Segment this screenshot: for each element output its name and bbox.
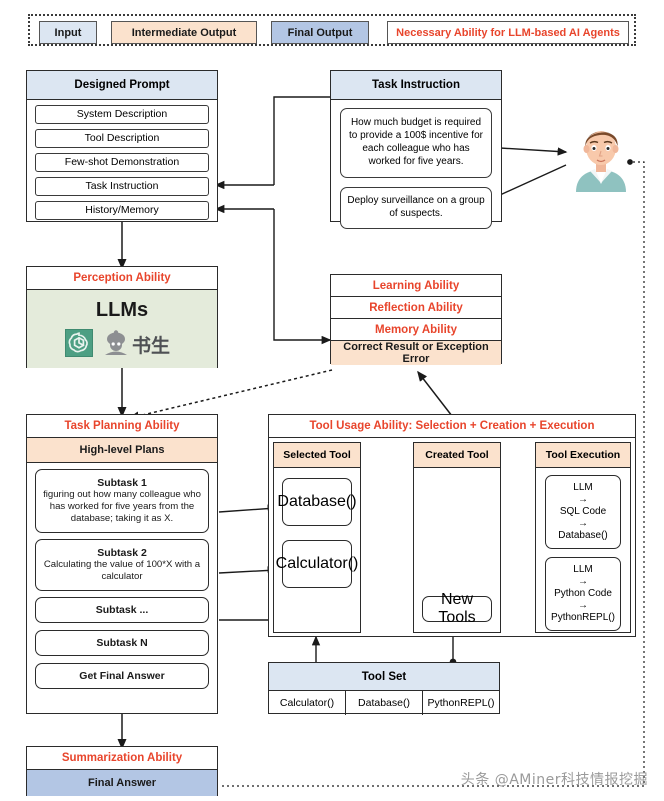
- tool-set-database[interactable]: Database(): [346, 691, 423, 715]
- selected-tool-column: Selected Tool Database() Calculator(): [273, 442, 361, 633]
- learning-ability-label: Learning Ability: [372, 279, 460, 292]
- selected-tool-database[interactable]: Database(): [277, 478, 357, 526]
- shusheng-logo: 书生: [101, 328, 179, 363]
- tool-usage-title: Tool Usage Ability: Selection + Creation…: [269, 415, 635, 438]
- memory-ability-label: Memory Ability: [374, 323, 457, 336]
- perception-panel: Perception Ability LLMs 书生: [26, 266, 218, 368]
- abilities-panel: Learning Ability Reflection Ability Memo…: [330, 274, 502, 365]
- tool-usage-panel: Tool Usage Ability: Selection + Creation…: [268, 414, 636, 637]
- task-instruction-panel: Task Instruction How much budget is requ…: [330, 70, 502, 229]
- legend-chip-final: Final Output: [271, 21, 369, 44]
- tool-set-calculator[interactable]: Calculator(): [269, 691, 346, 715]
- task-instruction-item-budget[interactable]: How much budget is required to provide a…: [340, 108, 492, 178]
- summarization-panel: Summarization Ability Final Answer: [26, 746, 218, 796]
- tool-execution-header: Tool Execution: [536, 443, 630, 468]
- designed-prompt-title: Designed Prompt: [27, 71, 217, 100]
- subtask-ellipsis-card[interactable]: Subtask ...: [35, 597, 209, 623]
- tool-set-title: Tool Set: [269, 663, 499, 691]
- subtask-1-heading: Subtask 1: [97, 477, 147, 490]
- legend-chip-intermediate: Intermediate Output: [111, 21, 257, 44]
- subtask-n-card[interactable]: Subtask N: [35, 630, 209, 656]
- tool-set-pythonrepl[interactable]: PythonREPL(): [423, 691, 499, 715]
- prompt-item-history-memory[interactable]: History/Memory: [35, 201, 209, 220]
- high-level-plans-label: High-level Plans: [79, 444, 165, 456]
- created-tool-new-tools[interactable]: New Tools: [422, 591, 492, 626]
- legend-chip-input: Input: [39, 21, 97, 44]
- tool-execution-sql-chain[interactable]: LLM → SQL Code → Database(): [545, 475, 621, 549]
- svg-text:书生: 书生: [132, 334, 170, 357]
- summarization-title: Summarization Ability: [27, 747, 217, 770]
- human-avatar: [568, 120, 634, 192]
- created-tool-column: Created Tool New Tools: [413, 442, 501, 633]
- tool-set-panel: Tool Set Calculator() Database() PythonR…: [268, 662, 500, 715]
- subtask-2-heading: Subtask 2: [97, 547, 147, 560]
- subtask-1-card[interactable]: Subtask 1 figuring out how many colleagu…: [35, 469, 209, 533]
- designed-prompt-panel: Designed Prompt System Description Tool …: [26, 70, 218, 222]
- tool-execution-column: Tool Execution LLM → SQL Code → Database…: [535, 442, 631, 633]
- prompt-item-tool-description[interactable]: Tool Description: [35, 129, 209, 148]
- prompt-item-task-instruction[interactable]: Task Instruction: [35, 177, 209, 196]
- prompt-item-few-shot-demonstration[interactable]: Few-shot Demonstration: [35, 153, 209, 172]
- task-instruction-title: Task Instruction: [331, 71, 501, 100]
- task-instruction-item-surveillance[interactable]: Deploy surveillance on a group of suspec…: [340, 187, 492, 229]
- task-planning-title: Task Planning Ability: [27, 415, 217, 438]
- perception-title: Perception Ability: [27, 267, 217, 290]
- llms-label: LLMs: [95, 299, 149, 321]
- correct-result-or-exception-error: Correct Result or Exception Error: [343, 341, 489, 365]
- get-final-answer-card[interactable]: Get Final Answer: [35, 663, 209, 689]
- watermark: 头条 @AMiner科技情报挖掘: [460, 772, 648, 788]
- reflection-ability-label: Reflection Ability: [369, 301, 463, 314]
- selected-tool-calculator[interactable]: Calculator(): [276, 540, 358, 588]
- diagram-canvas: Input Intermediate Output Final Output N…: [0, 0, 664, 801]
- subtask-1-body: figuring out how many colleague who has …: [43, 489, 201, 524]
- tool-execution-python-chain[interactable]: LLM → Python Code → PythonREPL(): [545, 557, 621, 631]
- openai-logo: [65, 329, 93, 362]
- final-answer-label: Final Answer: [87, 777, 157, 789]
- prompt-item-system-description[interactable]: System Description: [35, 105, 209, 124]
- created-tool-header: Created Tool: [414, 443, 500, 468]
- task-planning-panel: Task Planning Ability High-level Plans S…: [26, 414, 218, 714]
- selected-tool-header: Selected Tool: [274, 443, 360, 468]
- subtask-2-card[interactable]: Subtask 2 Calculating the value of 100*X…: [35, 539, 209, 591]
- legend-bar: Input Intermediate Output Final Output N…: [28, 14, 636, 46]
- subtask-2-body: Calculating the value of 100*X with a ca…: [43, 559, 201, 582]
- legend-chip-necessary-ability: Necessary Ability for LLM-based AI Agent…: [387, 21, 629, 44]
